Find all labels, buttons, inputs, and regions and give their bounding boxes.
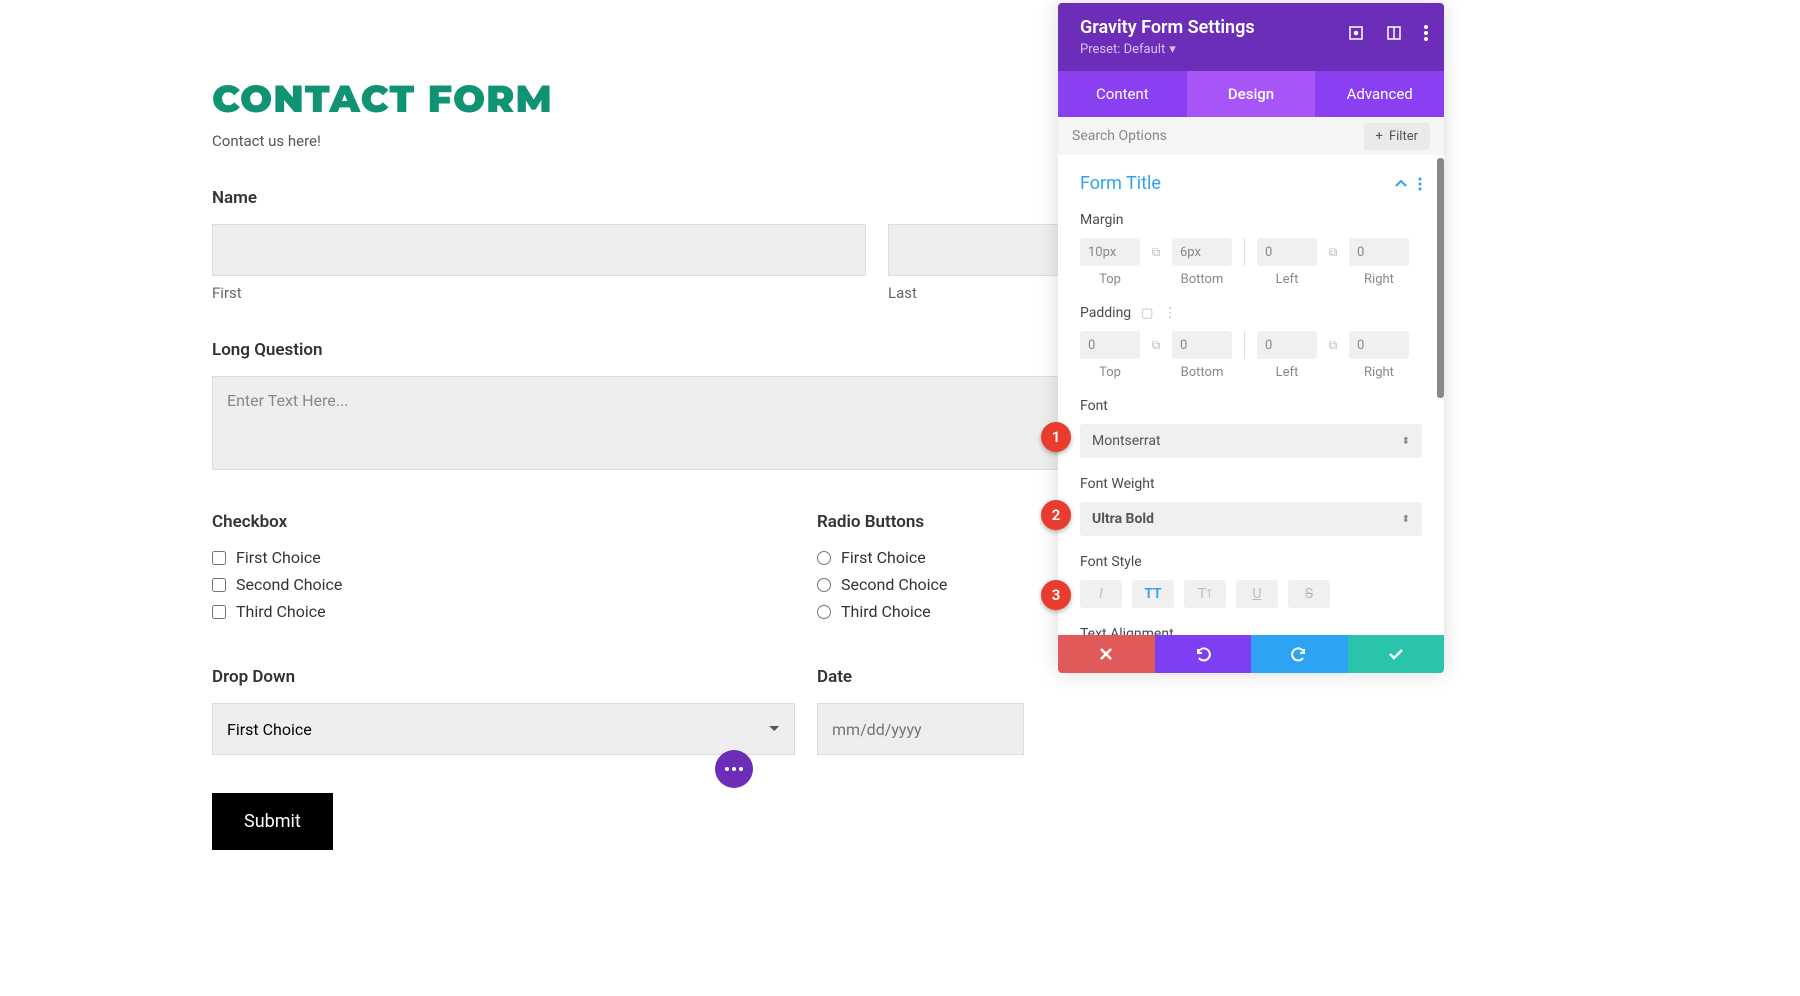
side-bottom-label: Bottom [1172, 272, 1232, 287]
submit-button[interactable]: Submit [212, 793, 333, 850]
link-icon[interactable]: ⧉ [1325, 338, 1341, 353]
radio-1-label: First Choice [841, 548, 926, 567]
tab-content[interactable]: Content [1058, 71, 1187, 117]
divider [1244, 331, 1245, 359]
dot-icon [732, 767, 736, 771]
tab-advanced[interactable]: Advanced [1315, 71, 1444, 117]
margin-label: Margin [1080, 212, 1422, 228]
caret-icon: ⬍ [1402, 514, 1410, 525]
italic-button[interactable]: I [1080, 580, 1122, 608]
search-input[interactable] [1072, 128, 1364, 144]
annotation-2: 2 [1041, 500, 1071, 530]
annotation-3: 3 [1041, 580, 1071, 610]
uppercase-button[interactable]: TT [1132, 580, 1174, 608]
font-dropdown[interactable]: Montserrat ⬍ [1080, 424, 1422, 458]
save-button[interactable] [1348, 635, 1445, 673]
padding-label: Padding ▢ ⋮ [1080, 305, 1422, 321]
link-icon[interactable]: ⧉ [1148, 338, 1164, 353]
cancel-button[interactable] [1058, 635, 1155, 673]
radio-1[interactable] [817, 551, 831, 565]
divider [1244, 238, 1245, 266]
padding-bottom-input[interactable] [1172, 331, 1232, 359]
caret-down-icon: ▾ [1169, 42, 1176, 57]
radio-2[interactable] [817, 578, 831, 592]
checkbox-2[interactable] [212, 578, 226, 592]
side-top-label: Top [1080, 272, 1140, 287]
settings-panel: Gravity Form Settings Preset: Default ▾ … [1058, 3, 1444, 673]
font-style-label: Font Style [1080, 554, 1422, 570]
chevron-up-icon[interactable] [1394, 179, 1408, 189]
panel-footer [1058, 635, 1444, 673]
plus-icon: + [1376, 129, 1383, 144]
caret-icon: ⬍ [1402, 436, 1410, 447]
padding-left-input[interactable] [1257, 331, 1317, 359]
checkbox-3[interactable] [212, 605, 226, 619]
redo-button[interactable] [1251, 635, 1348, 673]
underline-button[interactable]: U [1236, 580, 1278, 608]
side-left-label: Left [1257, 365, 1317, 380]
scrollbar[interactable] [1437, 158, 1444, 398]
panel-header: Gravity Form Settings Preset: Default ▾ [1058, 3, 1444, 71]
dropdown-select[interactable]: First Choice [212, 703, 795, 755]
smallcaps-button[interactable]: TT [1184, 580, 1226, 608]
margin-bottom-input[interactable] [1172, 238, 1232, 266]
radio-3[interactable] [817, 605, 831, 619]
strikethrough-button[interactable]: S [1288, 580, 1330, 608]
side-bottom-label: Bottom [1172, 365, 1232, 380]
font-weight-dropdown[interactable]: Ultra Bold ⬍ [1080, 502, 1422, 536]
more-vertical-icon[interactable]: ⋮ [1163, 306, 1176, 321]
padding-top-input[interactable] [1080, 331, 1140, 359]
panel-preset[interactable]: Preset: Default ▾ [1080, 42, 1422, 57]
fab-more-button[interactable] [715, 750, 753, 788]
side-left-label: Left [1257, 272, 1317, 287]
link-icon[interactable]: ⧉ [1148, 245, 1164, 260]
dot-icon [725, 767, 729, 771]
date-input[interactable] [817, 703, 1024, 755]
checkbox-label: Checkbox [212, 512, 795, 532]
dot-icon [739, 767, 743, 771]
checkbox-1-label: First Choice [236, 548, 321, 567]
padding-right-input[interactable] [1349, 331, 1409, 359]
text-alignment-label: Text Alignment [1080, 626, 1422, 635]
link-icon[interactable]: ⧉ [1325, 245, 1341, 260]
undo-button[interactable] [1155, 635, 1252, 673]
expand-icon[interactable] [1348, 25, 1364, 41]
annotation-1: 1 [1041, 422, 1071, 452]
margin-left-input[interactable] [1257, 238, 1317, 266]
search-row: + Filter [1058, 117, 1444, 155]
columns-icon[interactable] [1386, 25, 1402, 41]
side-right-label: Right [1349, 272, 1409, 287]
radio-2-label: Second Choice [841, 575, 947, 594]
radio-3-label: Third Choice [841, 602, 931, 621]
more-vertical-icon[interactable] [1418, 177, 1422, 191]
tabs: Content Design Advanced [1058, 71, 1444, 117]
first-name-input[interactable] [212, 224, 866, 276]
checkbox-3-label: Third Choice [236, 602, 326, 621]
tab-design[interactable]: Design [1187, 71, 1316, 117]
font-weight-label: Font Weight [1080, 476, 1422, 492]
side-top-label: Top [1080, 365, 1140, 380]
side-right-label: Right [1349, 365, 1409, 380]
checkbox-1[interactable] [212, 551, 226, 565]
margin-right-input[interactable] [1349, 238, 1409, 266]
panel-body: Form Title Margin ⧉ ⧉ Top Bottom [1058, 155, 1444, 635]
device-icon[interactable]: ▢ [1141, 306, 1153, 321]
section-title: Form Title [1080, 173, 1422, 194]
more-vertical-icon[interactable] [1424, 25, 1428, 41]
font-label: Font [1080, 398, 1422, 414]
checkbox-2-label: Second Choice [236, 575, 342, 594]
margin-top-input[interactable] [1080, 238, 1140, 266]
filter-button[interactable]: + Filter [1364, 123, 1430, 150]
dropdown-label: Drop Down [212, 667, 795, 687]
first-label: First [212, 284, 866, 302]
